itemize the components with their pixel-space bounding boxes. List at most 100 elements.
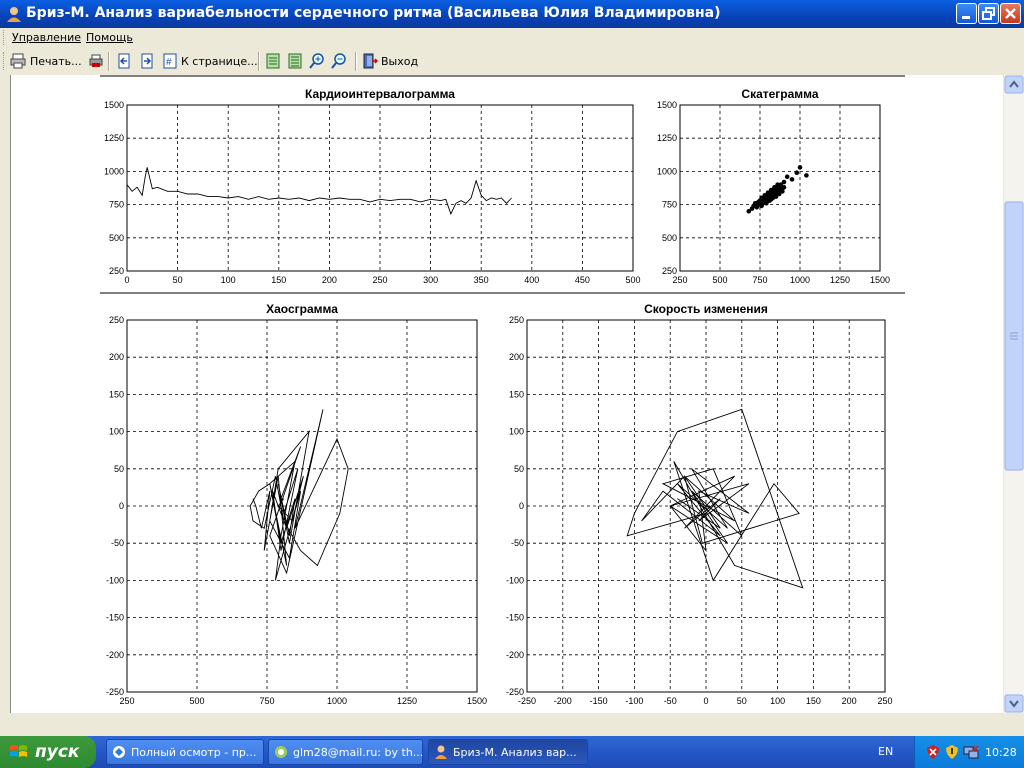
restore-button[interactable] xyxy=(978,3,999,24)
report-preview: Кардиоинтервалограмма 0 50 100 150 200 250 300 3… xyxy=(0,75,1003,713)
scatter-point xyxy=(804,173,809,178)
y-tick-label: -200 xyxy=(106,650,124,660)
goto-page-button[interactable]: # К странице... xyxy=(162,51,258,71)
taskbar-item-browser[interactable]: Полный осмотр - пр... xyxy=(106,739,264,765)
x-tick-label: 500 xyxy=(625,275,640,285)
print-setup-button[interactable] xyxy=(88,51,104,71)
y-tick-label: 250 xyxy=(662,266,677,276)
minimize-icon xyxy=(962,16,970,19)
menu-bar: Управление Помощь xyxy=(0,28,1024,48)
y-tick-label: 500 xyxy=(662,233,677,243)
taskbar-item-label: glm28@mail.ru: by th... xyxy=(293,746,423,759)
x-tick-label: 500 xyxy=(189,696,204,706)
toolbar-separator xyxy=(355,52,357,71)
multi-page-button[interactable] xyxy=(287,51,303,71)
taskbar-item-briz[interactable]: Бриз-М. Анализ вар... xyxy=(428,739,588,765)
exit-label: Выход xyxy=(381,54,419,68)
x-tick-label: 200 xyxy=(322,275,337,285)
close-icon xyxy=(1005,8,1016,19)
y-tick-label: -150 xyxy=(106,613,124,623)
y-tick-label: -150 xyxy=(506,613,524,623)
goto-page-label: К странице... xyxy=(181,54,258,68)
x-tick-label: 250 xyxy=(672,275,687,285)
windows-flag-icon xyxy=(10,745,27,757)
network-icon[interactable] xyxy=(963,744,979,760)
x-tick-label: 250 xyxy=(119,696,134,706)
zoom-out-icon xyxy=(331,53,346,69)
page-number-icon: # xyxy=(163,53,177,69)
prev-page-button[interactable] xyxy=(116,51,132,71)
language-indicator[interactable]: EN xyxy=(878,745,893,758)
x-tick-label: 150 xyxy=(271,275,286,285)
y-tick-label: -50 xyxy=(111,538,124,548)
close-button[interactable] xyxy=(1000,3,1021,24)
x-tick-label: 1000 xyxy=(790,275,810,285)
menu-manage[interactable]: Управление xyxy=(12,31,81,44)
toolbar-grip xyxy=(3,52,7,70)
horizontal-scrollbar[interactable] xyxy=(0,713,1024,736)
y-tick-label: 500 xyxy=(109,233,124,243)
chart-title: Скатеграмма xyxy=(741,87,818,101)
chart-title: Скорость изменения xyxy=(644,302,768,316)
x-tick-label: 1250 xyxy=(397,696,417,706)
browser-icon xyxy=(113,746,125,758)
exit-button[interactable]: Выход xyxy=(362,51,418,71)
toolbar-separator xyxy=(108,52,110,71)
printer-icon xyxy=(10,53,26,69)
minimize-button[interactable] xyxy=(956,3,977,24)
x-tick-label: 0 xyxy=(124,275,129,285)
next-page-button[interactable] xyxy=(139,51,155,71)
x-tick-label: 750 xyxy=(752,275,767,285)
x-tick-label: -50 xyxy=(664,696,677,706)
y-tick-label: 1500 xyxy=(104,100,124,110)
scroll-up-button xyxy=(1004,75,1024,94)
pages-view-icon xyxy=(288,53,302,69)
y-tick-label: 250 xyxy=(109,315,124,325)
series-line xyxy=(126,167,512,216)
scatter-point xyxy=(784,174,790,180)
x-tick-label: 750 xyxy=(259,696,274,706)
x-tick-label: 50 xyxy=(173,275,183,285)
chart-1: Кардиоинтервалограмма 0 50 100 150 200 250 300 3… xyxy=(104,87,641,285)
shield-icon[interactable] xyxy=(944,744,960,760)
chart-3: Хаосграмма250 500 750 1000 1250 1500250200150… xyxy=(106,302,487,706)
x-tick-label: 50 xyxy=(737,696,747,706)
menubar-grip xyxy=(3,30,7,45)
page-prev-icon xyxy=(118,53,130,69)
scatter-point xyxy=(797,165,803,170)
svg-text:#: # xyxy=(166,57,172,68)
scatter-point xyxy=(781,179,787,185)
y-tick-label: 250 xyxy=(109,266,124,276)
y-tick-label: 150 xyxy=(509,389,524,399)
print-label: Печать... xyxy=(30,54,82,68)
window-title: Бриз-М. Анализ вариабельности сердечного… xyxy=(26,5,721,21)
y-tick-label: 50 xyxy=(114,464,124,474)
single-page-button[interactable] xyxy=(265,51,281,71)
x-tick-label: -250 xyxy=(518,696,536,706)
x-tick-label: 100 xyxy=(770,696,785,706)
y-tick-label: 1000 xyxy=(657,166,677,176)
menu-help[interactable]: Помощь xyxy=(86,31,133,44)
zoom-in-button[interactable] xyxy=(309,51,325,71)
y-tick-label: 100 xyxy=(509,427,524,437)
print-button[interactable]: Печать... xyxy=(10,51,82,71)
zoom-out-button[interactable] xyxy=(331,51,347,71)
security-alert-icon[interactable] xyxy=(925,744,941,760)
y-tick-label: 750 xyxy=(109,200,124,210)
x-tick-label: 350 xyxy=(474,275,489,285)
taskbar-item-mail[interactable]: glm28@mail.ru: by th... xyxy=(268,739,423,765)
y-tick-label: 0 xyxy=(519,501,524,511)
start-label: пуск xyxy=(35,742,80,762)
x-tick-label: 400 xyxy=(524,275,539,285)
vertical-scrollbar[interactable] xyxy=(1004,75,1024,713)
scroll-down-button xyxy=(1004,694,1024,713)
x-tick-label: 1500 xyxy=(467,696,487,706)
page-next-icon xyxy=(141,53,153,69)
clock[interactable]: 10:28 xyxy=(985,746,1017,759)
x-tick-label: 300 xyxy=(423,275,438,285)
scatter-point xyxy=(751,203,756,209)
x-tick-label: 0 xyxy=(703,696,708,706)
start-button[interactable]: пуск xyxy=(0,736,96,768)
restore-icon xyxy=(982,7,995,20)
chart-title: Кардиоинтервалограмма xyxy=(305,87,455,101)
